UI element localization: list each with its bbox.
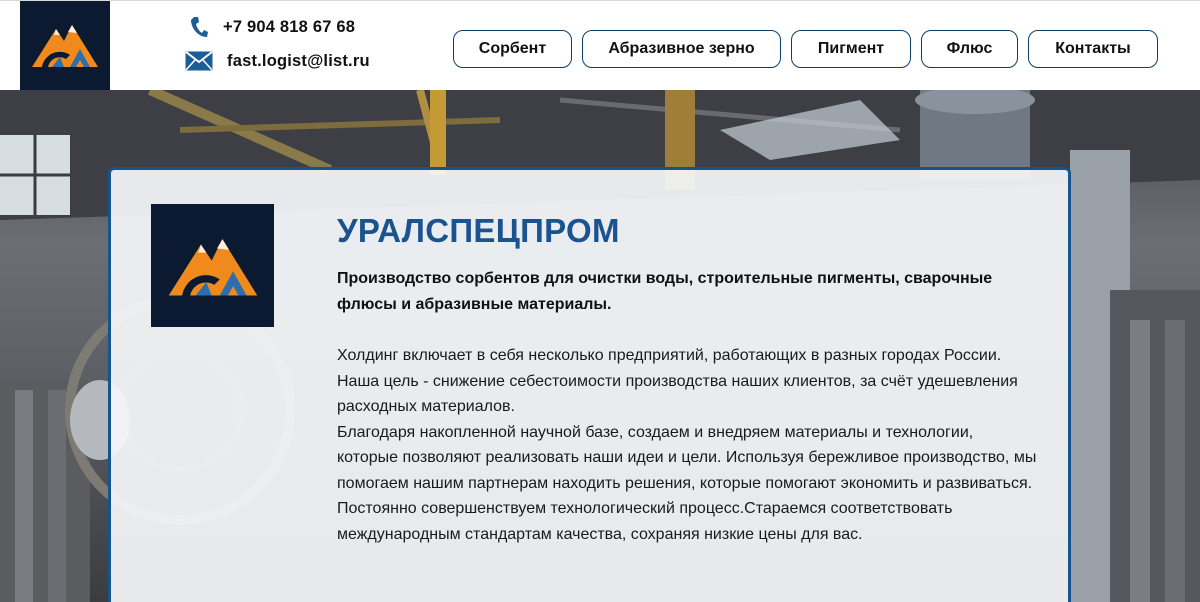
about-card: УРАЛСПЕЦПРОМ Производство сорбентов для …	[108, 167, 1071, 602]
site-header: +7 904 818 67 68 fast.logist@list.ru Сор…	[0, 0, 1200, 91]
email-contact[interactable]: fast.logist@list.ru	[185, 49, 370, 73]
mountain-gear-logo-icon	[32, 25, 98, 67]
mountain-gear-logo-icon	[168, 239, 258, 296]
company-tagline: Производство сорбентов для очистки воды,…	[337, 270, 993, 313]
nav-abrasive-grain-button[interactable]: Абразивное зерно	[582, 30, 781, 68]
phone-icon	[185, 15, 213, 39]
envelope-icon	[185, 49, 213, 73]
card-logo	[151, 204, 274, 327]
main-nav: Сорбент Абразивное зерно Пигмент Флюс Ко…	[453, 30, 1158, 68]
hero-section: УРАЛСПЕЦПРОМ Производство сорбентов для …	[0, 90, 1200, 602]
description-paragraph: Постоянно совершенствуем технологический…	[337, 500, 953, 543]
company-description: Холдинг включает в себя несколько предпр…	[337, 343, 1037, 547]
description-paragraph: Холдинг включает в себя несколько предпр…	[337, 347, 1018, 415]
email-address[interactable]: fast.logist@list.ru	[227, 52, 370, 71]
phone-contact[interactable]: +7 904 818 67 68	[185, 15, 355, 39]
nav-flux-button[interactable]: Флюс	[921, 30, 1018, 68]
header-logo[interactable]	[20, 1, 110, 91]
nav-sorbent-button[interactable]: Сорбент	[453, 30, 572, 68]
nav-contacts-button[interactable]: Контакты	[1028, 30, 1158, 68]
company-name: УРАЛСПЕЦПРОМ	[337, 212, 620, 249]
description-paragraph: Благодаря накопленной научной базе, созд…	[337, 423, 1037, 492]
phone-number[interactable]: +7 904 818 67 68	[223, 18, 355, 37]
nav-pigment-button[interactable]: Пигмент	[791, 30, 911, 68]
